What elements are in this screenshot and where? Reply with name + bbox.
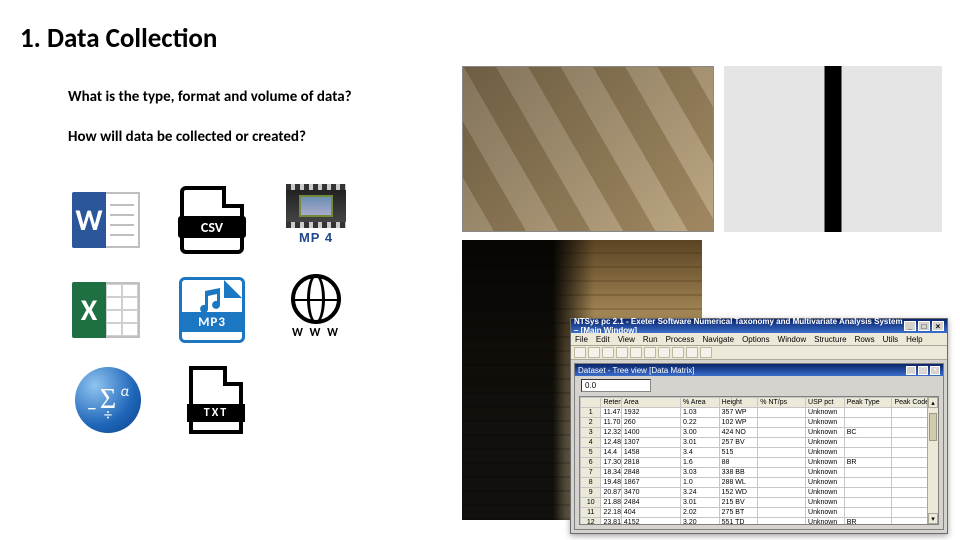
mp4-icon: MP 4 (280, 184, 352, 256)
menu-process[interactable]: Process (666, 335, 695, 344)
scroll-thumb[interactable] (929, 413, 937, 441)
menu-run[interactable]: Run (643, 335, 658, 344)
column-header[interactable]: Area (621, 398, 680, 408)
mp3-label: MP3 (182, 312, 242, 332)
scroll-down-button[interactable]: ▾ (928, 513, 938, 524)
table-row[interactable]: 920.87434703.24152 WDUnknown (581, 488, 938, 498)
menu-help[interactable]: Help (906, 335, 922, 344)
scroll-up-button[interactable]: ▴ (928, 397, 938, 408)
app-titlebar: NTSys pc 2.1 - Exeter Software Numerical… (571, 319, 947, 333)
app-toolbar (571, 346, 947, 360)
maximize-button[interactable]: □ (918, 321, 930, 331)
toolbar-button[interactable] (616, 347, 628, 358)
column-header[interactable]: % NT/ps (758, 398, 806, 408)
data-table: Retention TimeArea% AreaHeight% NT/psUSP… (580, 397, 938, 525)
toolbar-button[interactable] (602, 347, 614, 358)
toolbar-button[interactable] (672, 347, 684, 358)
app-subwindow: Dataset - Tree view [Data Matrix] _ □ × … (574, 363, 944, 530)
table-row[interactable]: 617.30028181.688UnknownBR (581, 458, 938, 468)
table-row[interactable]: 312.32014003.00424 NOUnknownBC (581, 428, 938, 438)
toolbar-button[interactable] (700, 347, 712, 358)
toolbar-button[interactable] (588, 347, 600, 358)
menu-structure[interactable]: Structure (814, 335, 846, 344)
menu-view[interactable]: View (618, 335, 635, 344)
question-2: How will data be collected or created? (68, 128, 306, 146)
analysis-app-window: NTSys pc 2.1 - Exeter Software Numerical… (570, 318, 948, 534)
toolbar-button[interactable] (658, 347, 670, 358)
globe-icon (291, 274, 341, 324)
table-row[interactable]: 211.702600.22102 WPUnknown (581, 418, 938, 428)
table-row[interactable]: 1122.1804042.02275 BTUnknown (581, 508, 938, 518)
table-row[interactable]: 412.48813073.01257 BVUnknown (581, 438, 938, 448)
menu-rows[interactable]: Rows (855, 335, 875, 344)
excel-letter: X (72, 282, 106, 338)
music-note-icon (196, 288, 226, 314)
mp4-label: MP 4 (299, 230, 333, 245)
vertical-scrollbar[interactable]: ▴ ▾ (927, 397, 938, 524)
column-header[interactable]: USP pct (806, 398, 845, 408)
data-table-wrap: Retention TimeArea% AreaHeight% NT/psUSP… (579, 396, 939, 525)
menu-edit[interactable]: Edit (596, 335, 610, 344)
menu-utils[interactable]: Utils (883, 335, 899, 344)
menu-options[interactable]: Options (742, 335, 770, 344)
table-row[interactable]: 111.47419321.03357 WPUnknown (581, 408, 938, 418)
question-1: What is the type, format and volume of d… (68, 88, 352, 106)
www-icon: W W W (280, 274, 352, 346)
close-button[interactable]: × (932, 321, 944, 331)
txt-icon: TXT (189, 366, 243, 434)
page-title: 1. Data Collection (20, 22, 217, 55)
toolbar-button[interactable] (574, 347, 586, 358)
format-icon-grid: W CSV MP 4 X MP3 W W W − Σ α ÷ TXT (68, 180, 368, 440)
table-row[interactable]: 1223.8141523.20551 TDUnknownBR (581, 518, 938, 526)
menu-file[interactable]: File (575, 335, 588, 344)
excel-icon: X (72, 274, 144, 346)
mp3-icon: MP3 (179, 277, 245, 343)
csv-label: CSV (178, 216, 246, 238)
table-row[interactable]: 514.414583.4515Unknown (581, 448, 938, 458)
sub-close-button[interactable]: × (930, 366, 940, 375)
menu-navigate[interactable]: Navigate (702, 335, 734, 344)
column-header[interactable]: Height (719, 398, 758, 408)
table-row[interactable]: 819.48218671.0288 WLUnknown (581, 478, 938, 488)
column-header[interactable]: % Area (681, 398, 720, 408)
sub-minimize-button[interactable]: _ (906, 366, 916, 375)
table-row[interactable]: 1021.88024843.01215 BVUnknown (581, 498, 938, 508)
column-header[interactable]: Retention Time (601, 398, 621, 408)
photo-paper-stacks (724, 66, 942, 232)
math-sphere-icon: − Σ α ÷ (75, 367, 141, 433)
txt-label: TXT (187, 404, 245, 422)
word-letter: W (72, 192, 106, 248)
csv-icon: CSV (180, 186, 244, 254)
toolbar-button[interactable] (644, 347, 656, 358)
table-row[interactable]: 718.34028483.03338 BBUnknown (581, 468, 938, 478)
www-label: W W W (292, 326, 340, 340)
toolbar-button[interactable] (630, 347, 642, 358)
column-header[interactable]: Peak Type (844, 398, 892, 408)
menu-window[interactable]: Window (778, 335, 806, 344)
photo-old-maps (462, 66, 714, 232)
sub-maximize-button[interactable]: □ (918, 366, 928, 375)
word-icon: W (72, 184, 144, 256)
app-menubar: File Edit View Run Process Navigate Options Win… (571, 333, 947, 346)
value-field[interactable]: 0.0 (581, 379, 651, 392)
toolbar-button[interactable] (686, 347, 698, 358)
minimize-button[interactable]: _ (904, 321, 916, 331)
subwindow-title: Dataset - Tree view [Data Matrix] _ □ × (575, 364, 943, 376)
